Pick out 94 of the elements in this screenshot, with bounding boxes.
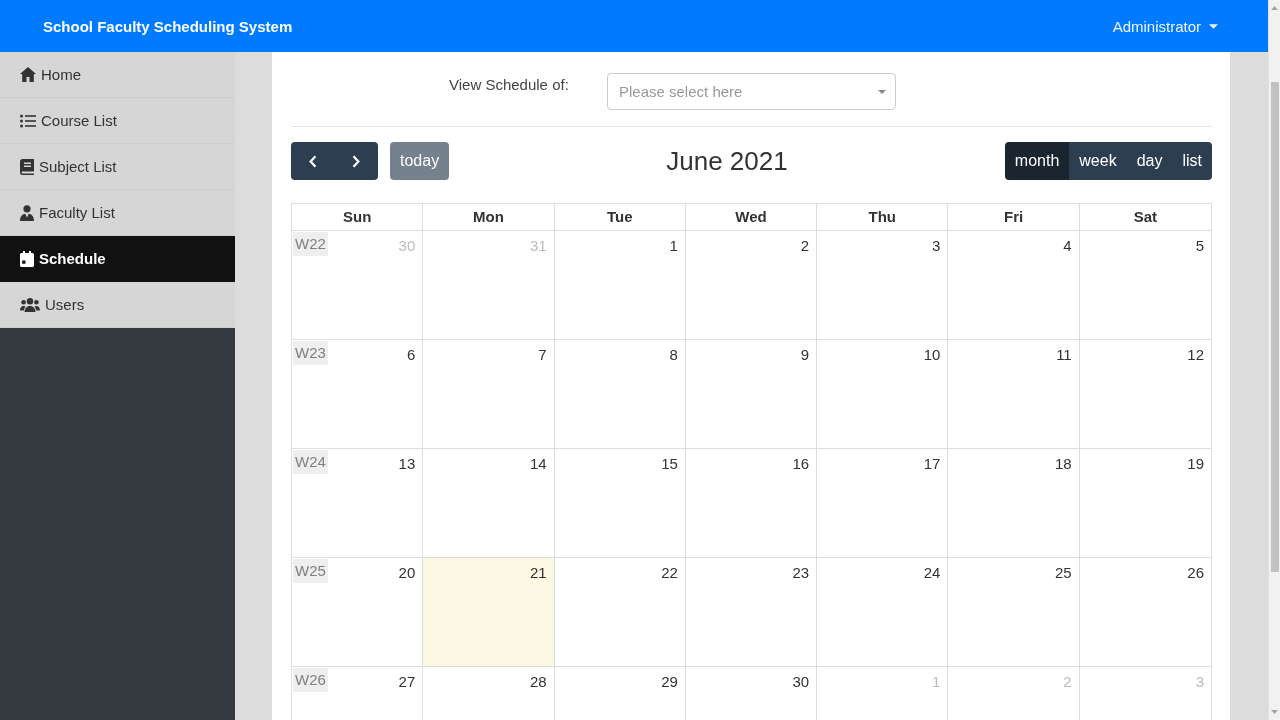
day-cell[interactable]: 2 [685,231,818,340]
day-cell[interactable]: 11 [948,340,1080,449]
day-number: 30 [398,236,417,256]
day-number: 29 [661,672,679,692]
person-icon [20,204,34,221]
day-number: 26 [1187,563,1205,583]
day-cell[interactable]: 21 [423,558,555,667]
caret-icon [878,89,886,94]
scroll-down-icon [1271,710,1278,714]
day-number: 11 [1056,345,1073,365]
week-number: W24 [293,450,328,474]
day-number: 16 [792,454,811,474]
chevron-right-icon [352,154,361,168]
day-number: 17 [923,454,942,474]
day-cell[interactable]: 10 [817,340,949,449]
sidebar-item[interactable]: Course List [0,98,235,144]
week-number: W25 [293,559,328,583]
week-number: W22 [293,232,328,256]
sidebar-item[interactable]: Home [0,52,235,98]
day-number: 30 [792,672,811,692]
day-cell[interactable]: 7 [423,340,555,449]
users-icon [20,297,40,312]
day-number: 1 [932,672,942,692]
app-title: School Faculty Scheduling System [43,17,293,35]
day-number: 4 [1063,236,1073,256]
day-cell[interactable]: 17 [817,449,949,558]
view-tab[interactable]: day [1126,142,1173,180]
day-number: 14 [529,454,548,474]
day-cell[interactable]: 14 [423,449,555,558]
day-number: 6 [406,345,417,365]
day-number: 15 [661,454,679,474]
day-number: 28 [529,672,548,692]
day-number: 31 [529,236,548,256]
day-number: 20 [398,563,417,583]
scrollbar[interactable] [1268,0,1280,720]
day-cell[interactable]: 25 [948,558,1080,667]
day-number: 21 [529,563,548,583]
home-icon [20,67,36,82]
day-cell[interactable]: 8 [554,340,686,449]
day-number: 25 [1055,563,1073,583]
day-number: 13 [398,454,417,474]
user-menu-button[interactable]: Administrator [1112,14,1218,38]
day-number: 5 [1195,236,1205,256]
day-cell[interactable]: W25 20 [292,558,424,667]
day-cell[interactable]: 4 [948,231,1080,340]
sidebar-item[interactable]: Users [0,282,235,328]
day-number: 7 [538,345,548,365]
day-cell[interactable]: 9 [685,340,818,449]
day-number: 3 [1195,672,1205,692]
day-cell[interactable]: W23 6 [292,340,424,449]
day-number: 12 [1187,345,1205,365]
day-cell[interactable]: 15 [554,449,686,558]
day-number: 19 [1187,454,1205,474]
chevron-left-icon [308,154,317,168]
day-number: 2 [800,236,811,256]
day-number: 1 [669,236,679,256]
view-tab[interactable]: month [1004,142,1070,180]
book-icon [20,158,34,175]
day-cell[interactable]: 24 [817,558,949,667]
sidebar-item[interactable]: Schedule [0,236,235,282]
week-number: W23 [293,341,328,365]
next-button[interactable] [334,142,378,180]
view-tab[interactable]: week [1069,142,1127,180]
day-number: 10 [923,345,942,365]
day-number: 8 [669,345,679,365]
day-cell[interactable]: W22 30 [292,231,424,340]
day-number: 23 [792,563,811,583]
view-tab[interactable]: list [1172,142,1212,180]
sidebar-item[interactable]: Faculty List [0,190,235,236]
day-cell[interactable]: 1 [554,231,686,340]
day-cell[interactable]: W24 13 [292,449,424,558]
day-cell[interactable]: 18 [948,449,1080,558]
filter-label: View Schedule of: [449,75,570,93]
day-cell[interactable]: 16 [685,449,818,558]
day-number: 24 [923,563,942,583]
scroll-up-icon [1271,6,1278,10]
caret-icon [1209,23,1218,29]
day-number: 27 [398,672,417,692]
day-cell[interactable]: 23 [685,558,818,667]
prev-button[interactable] [291,142,335,180]
scrollbar-thumb[interactable] [1270,82,1279,572]
list-icon [20,113,36,128]
day-cell[interactable]: 3 [817,231,949,340]
calendar-icon [20,250,34,267]
day-cell[interactable]: 22 [554,558,686,667]
day-number: 18 [1055,454,1073,474]
calendar-title: June 2021 [666,145,788,177]
day-number: 2 [1063,672,1073,692]
week-number: W26 [293,668,328,692]
day-number: 3 [932,236,942,256]
sidebar-item[interactable]: Subject List [0,144,235,190]
day-number: 9 [800,345,811,365]
day-cell[interactable]: W26 27 [292,667,424,720]
day-number: 22 [661,563,679,583]
